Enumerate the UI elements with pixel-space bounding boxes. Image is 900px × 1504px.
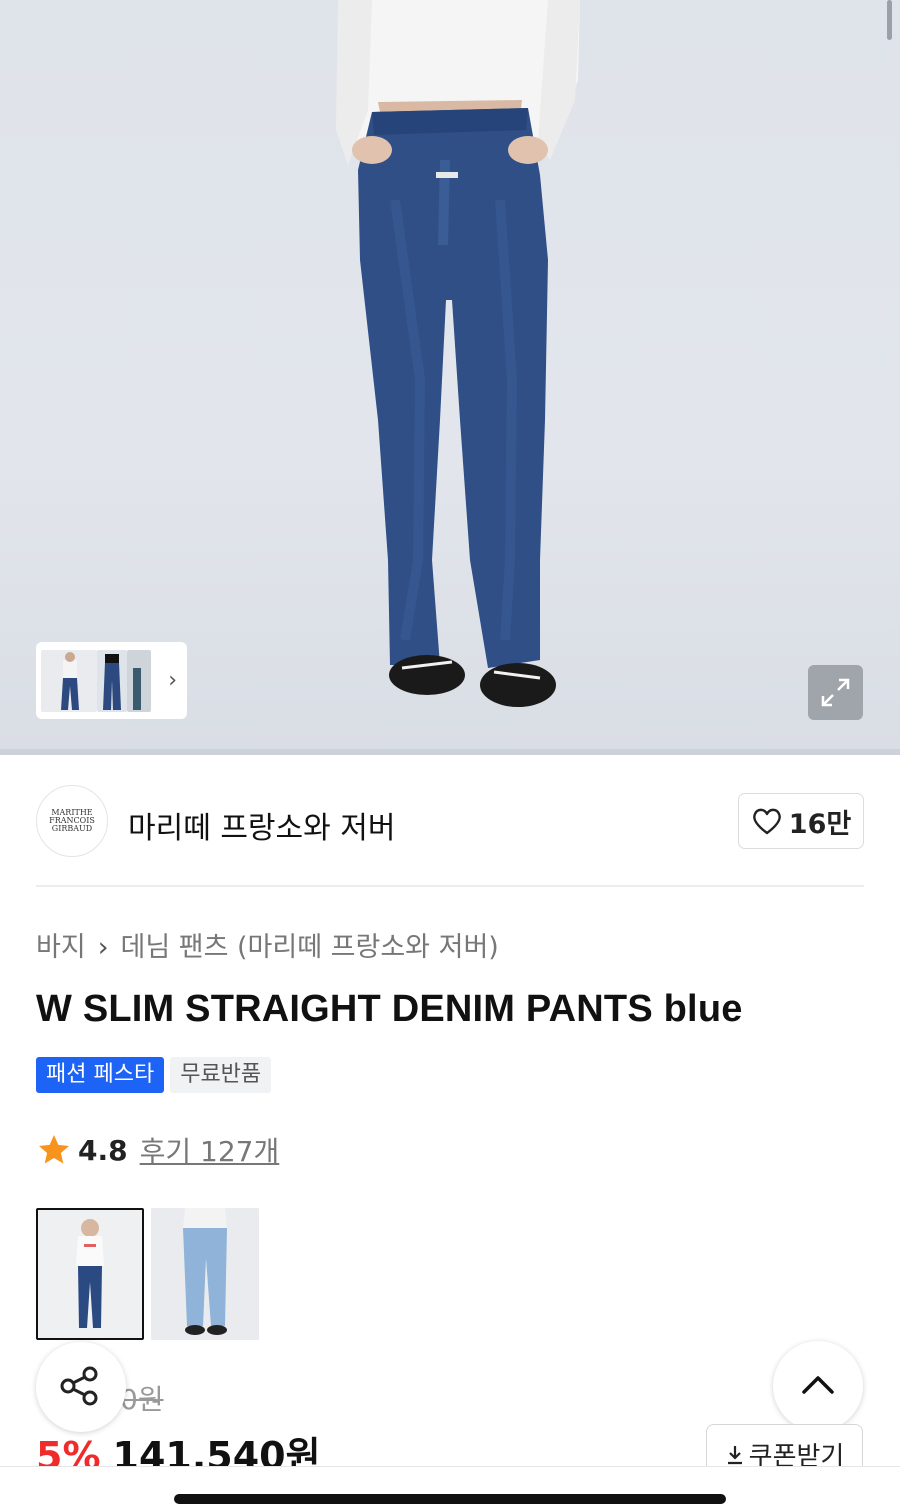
scroll-to-top-button[interactable]	[773, 1341, 863, 1431]
rating-row[interactable]: 4.8 후기 127개	[36, 1130, 279, 1170]
gallery-thumbnail[interactable]	[127, 650, 151, 712]
color-option-thumbnail[interactable]	[151, 1208, 259, 1340]
breadcrumb-item[interactable]: 바지	[36, 932, 86, 963]
brand-row[interactable]: MARITHE FRANCOIS GIRBAUD 마리떼 프랑소와 저버 16만	[36, 785, 864, 857]
like-count: 16만	[788, 808, 852, 840]
star-icon	[39, 1135, 69, 1164]
product-image-gallery[interactable]: ›	[0, 0, 900, 755]
brand-logo[interactable]: MARITHE FRANCOIS GIRBAUD	[36, 785, 108, 857]
expand-arrows-icon	[821, 678, 850, 707]
share-button[interactable]	[36, 1342, 126, 1432]
review-count-link[interactable]: 후기 127개	[140, 1130, 280, 1170]
share-icon	[60, 1366, 98, 1406]
original-price: 0원	[120, 1383, 164, 1416]
expand-image-button[interactable]	[808, 665, 863, 720]
heart-icon	[752, 808, 781, 835]
gallery-thumbnail[interactable]	[97, 650, 127, 712]
rating-score: 4.8	[78, 1133, 128, 1167]
color-option-thumbnail[interactable]	[36, 1208, 144, 1340]
gallery-thumbnail[interactable]	[41, 650, 97, 712]
scroll-indicator	[887, 0, 892, 40]
gallery-thumbnail-strip[interactable]: ›	[36, 642, 187, 719]
breadcrumb-item[interactable]: 데님 팬츠 (마리떼 프랑소와 저버)	[121, 932, 499, 963]
product-tags: 패션 페스타 무료반품	[36, 1057, 272, 1093]
section-divider	[36, 885, 864, 887]
download-arrow-icon	[727, 1446, 742, 1465]
image-bottom-edge	[0, 749, 900, 755]
breadcrumb: 바지 › 데님 팬츠 (마리떼 프랑소와 저버)	[36, 925, 499, 964]
brand-name[interactable]: 마리떼 프랑소와 저버	[128, 803, 395, 847]
tag-free-return: 무료반품	[170, 1057, 272, 1093]
bottom-action-bar-edge[interactable]	[174, 1494, 726, 1504]
chevron-up-icon	[802, 1376, 834, 1394]
product-title: W SLIM STRAIGHT DENIM PANTS blue	[36, 988, 743, 1030]
tag-fashion-festa: 패션 페스타	[36, 1057, 165, 1093]
brand-like-button[interactable]: 16만	[738, 793, 864, 849]
breadcrumb-separator-icon: ›	[97, 932, 109, 963]
gallery-next-arrow[interactable]: ›	[168, 668, 177, 693]
